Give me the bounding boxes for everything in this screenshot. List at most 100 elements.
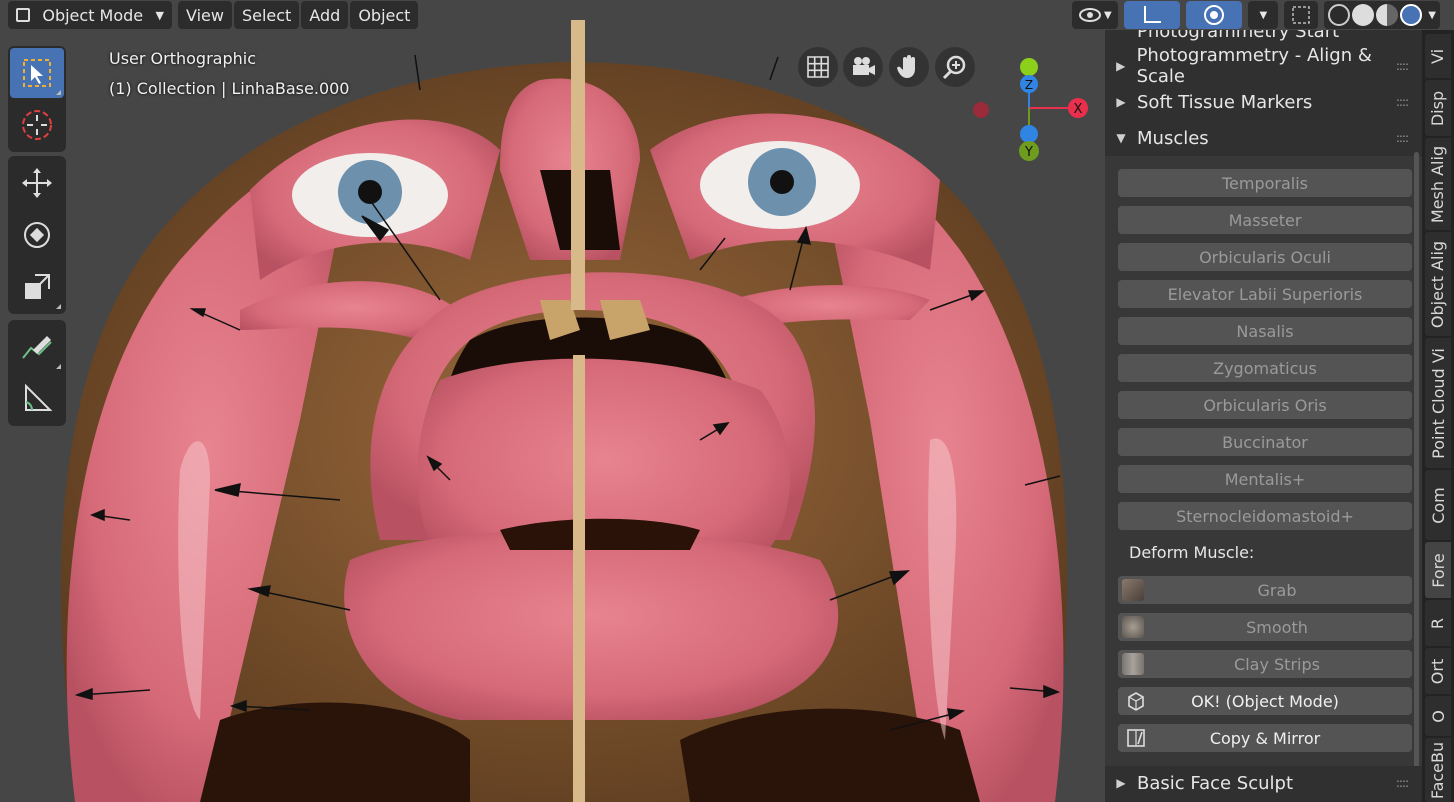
mirror-icon (1127, 729, 1145, 747)
measure-tool[interactable] (10, 374, 64, 424)
neg-x-axis-handle[interactable] (973, 102, 989, 118)
tab-object-align[interactable]: Object Alig (1425, 232, 1451, 336)
toggle-camera-grid-button[interactable] (798, 47, 838, 87)
expand-arrow-icon: ▶ (1116, 776, 1126, 790)
scale-tool[interactable] (10, 262, 64, 312)
header-right-tools: ▼ ▼ ▼ (1072, 0, 1440, 30)
face-model-render[interactable] (0, 0, 1105, 802)
mentalis-button[interactable]: Mentalis+ (1118, 465, 1412, 493)
overlay-dropdown[interactable]: ▼ (1248, 1, 1279, 29)
collection-info: (1) Collection | LinhaBase.000 (109, 79, 350, 98)
tab-mesh-align[interactable]: Mesh Alig (1425, 138, 1451, 230)
grab-brush-button[interactable]: Grab (1118, 576, 1412, 604)
pan-view-button[interactable] (889, 47, 929, 87)
move-arrows-icon (22, 168, 52, 198)
tab-ort[interactable]: Ort (1425, 648, 1451, 694)
temporalis-button[interactable]: Temporalis (1118, 169, 1412, 197)
scale-icon (25, 274, 50, 299)
mode-label: Object Mode (42, 5, 144, 25)
camera-view-button[interactable] (843, 47, 883, 87)
masseter-button[interactable]: Masseter (1118, 206, 1412, 234)
drag-grip-icon[interactable]: :::: (1396, 95, 1409, 109)
neg-z-axis-handle[interactable] (1020, 125, 1038, 143)
chevron-down-icon: ▼ (1259, 9, 1268, 21)
tab-o[interactable]: O (1425, 696, 1451, 736)
gizmo-toggle[interactable] (1124, 1, 1181, 29)
mode-dropdown[interactable]: Object Mode ▼ (8, 1, 172, 29)
elevator-labii-superioris-button[interactable]: Elevator Labii Superioris (1118, 280, 1412, 308)
x-axis-label: X (1074, 102, 1083, 117)
cube-icon (1128, 692, 1144, 711)
tab-label: FaceBu (1428, 741, 1448, 799)
sternocleidomastoid-button[interactable]: Sternocleidomastoid+ (1118, 502, 1412, 530)
tab-point-cloud[interactable]: Point Cloud Vi (1425, 338, 1451, 468)
eye-icon (1078, 8, 1101, 22)
object-mode-icon (16, 8, 30, 22)
menu-add[interactable]: Add (301, 1, 349, 29)
rendered-shading-icon[interactable] (1400, 4, 1423, 26)
smooth-brush-icon (1122, 616, 1144, 638)
rotate-icon (24, 222, 50, 248)
orbicularis-oris-button[interactable]: Orbicularis Oris (1118, 391, 1412, 419)
grab-brush-icon (1122, 579, 1144, 601)
orbicularis-oculi-button[interactable]: Orbicularis Oculi (1118, 243, 1412, 271)
cursor-select-icon (23, 59, 51, 87)
menu-object[interactable]: Object (350, 1, 419, 29)
panel-header-muscles[interactable]: ▼ Muscles :::: (1105, 121, 1422, 155)
tab-r[interactable]: R (1425, 600, 1451, 646)
drag-grip-icon[interactable]: :::: (1396, 59, 1409, 73)
annotate-tool[interactable] (10, 322, 64, 372)
clay-strips-brush-button[interactable]: Clay Strips (1118, 650, 1412, 678)
buccinator-button[interactable]: Buccinator (1118, 428, 1412, 456)
nasalis-button[interactable]: Nasalis (1118, 317, 1412, 345)
menu-select[interactable]: Select (233, 1, 300, 29)
xray-icon (1292, 6, 1311, 24)
visibility-dropdown[interactable]: ▼ (1072, 1, 1119, 29)
panel-scrollbar[interactable] (1414, 152, 1419, 772)
sidebar-panel: Photogrammetry Start ▶ Photogrammetry - … (1105, 30, 1422, 802)
toolbar-transform-group (8, 156, 66, 314)
navigation-gizmo[interactable]: Z Y X (965, 50, 1095, 170)
move-tool[interactable] (10, 158, 64, 208)
tab-label: Vi (1428, 48, 1448, 64)
tab-label: R (1428, 617, 1448, 629)
material-shading-icon[interactable] (1376, 4, 1399, 26)
grab-label: Grab (1257, 580, 1297, 600)
wireframe-shading-icon[interactable] (1328, 4, 1351, 26)
tab-com[interactable]: Com (1425, 470, 1451, 540)
tab-view[interactable]: Vi (1425, 34, 1451, 78)
tab-label: Fore (1428, 552, 1448, 588)
chevron-down-icon: ▼ (155, 8, 164, 22)
tab-label: Point Cloud Vi (1428, 347, 1448, 459)
neg-y-axis-handle[interactable] (1020, 58, 1038, 76)
select-box-tool[interactable] (10, 48, 64, 98)
camera-icon (853, 57, 875, 75)
overlay-toggle[interactable] (1186, 1, 1243, 29)
viewport-header: Object Mode ▼ View Select Add Object (0, 0, 419, 30)
smooth-brush-button[interactable]: Smooth (1118, 613, 1412, 641)
panel-header-soft-tissue[interactable]: ▶ Soft Tissue Markers :::: (1105, 85, 1422, 119)
copy-mirror-button[interactable]: Copy & Mirror (1118, 724, 1412, 752)
tab-display[interactable]: Disp (1425, 80, 1451, 136)
tab-label: Ort (1428, 658, 1448, 684)
copy-mirror-label: Copy & Mirror (1209, 728, 1321, 748)
xray-toggle[interactable] (1284, 1, 1319, 29)
zygomaticus-button[interactable]: Zygomaticus (1118, 354, 1412, 382)
panel-header-basic-face-sculpt[interactable]: ▶ Basic Face Sculpt :::: (1105, 766, 1422, 800)
sidebar-tabs: Vi Disp Mesh Alig Object Alig Point Clou… (1422, 30, 1454, 802)
chevron-down-icon[interactable]: ▼ (1428, 10, 1436, 21)
expand-arrow-icon: ▶ (1116, 95, 1126, 109)
tab-label: O (1428, 709, 1448, 723)
menu-view[interactable]: View (178, 1, 232, 29)
solid-shading-icon[interactable] (1352, 4, 1375, 26)
rotate-tool[interactable] (10, 210, 64, 260)
tab-facebu[interactable]: FaceBu (1425, 738, 1451, 802)
clay-strips-brush-icon (1122, 653, 1144, 675)
drag-grip-icon[interactable]: :::: (1396, 131, 1409, 145)
panel-header-align-scale[interactable]: ▶ Photogrammetry - Align & Scale :::: (1105, 45, 1422, 87)
tab-fore[interactable]: Fore (1425, 542, 1451, 598)
overlay-icon (1204, 5, 1225, 25)
cursor-tool[interactable] (10, 100, 64, 150)
drag-grip-icon[interactable]: :::: (1396, 776, 1409, 790)
ok-object-mode-button[interactable]: OK! (Object Mode) (1118, 687, 1412, 715)
